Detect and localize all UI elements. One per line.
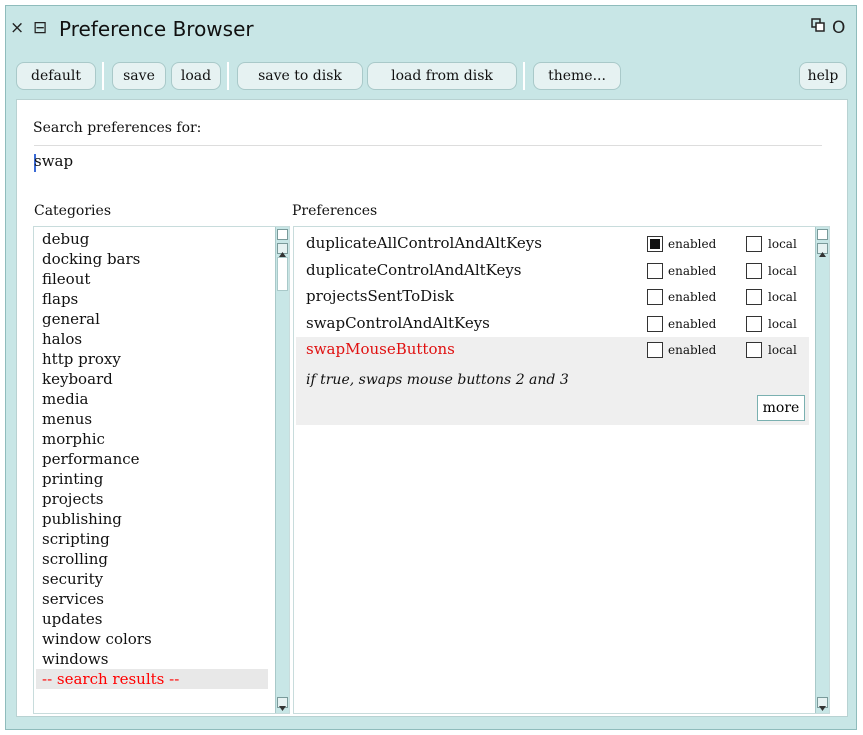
local-label: local	[768, 316, 797, 331]
toolbar-separator	[102, 62, 104, 90]
window-menu-icon[interactable]: ⊟	[33, 18, 47, 38]
preference-name[interactable]: projectsSentToDisk	[306, 287, 454, 305]
category-item[interactable]: publishing	[42, 509, 122, 529]
title-bar[interactable]: × ⊟ Preference Browser O	[6, 6, 856, 54]
category-item[interactable]: debug	[42, 229, 89, 249]
toolbar-separator	[523, 62, 525, 90]
expand-icon[interactable]: O	[832, 18, 845, 38]
load-button[interactable]: load	[171, 62, 221, 90]
content-pane: Search preferences for: swap Categories …	[16, 99, 848, 717]
scroll-down-icon[interactable]	[277, 697, 288, 711]
search-value: swap	[34, 152, 74, 170]
scroll-menu-icon[interactable]	[817, 229, 828, 240]
local-checkbox[interactable]	[746, 289, 762, 305]
preference-row[interactable]: swapMouseButtons enabled local	[296, 337, 809, 363]
search-label: Search preferences for:	[33, 120, 202, 136]
category-item[interactable]: updates	[42, 609, 102, 629]
local-checkbox[interactable]	[746, 236, 762, 252]
local-label: local	[768, 290, 797, 304]
preferences-list[interactable]: if true, swaps mouse buttons 2 and 3 mor…	[293, 226, 830, 714]
categories-list[interactable]: debug docking bars fileout flaps general halo…	[33, 226, 290, 714]
scroll-thumb[interactable]	[277, 257, 288, 291]
preference-help-text: if true, swaps mouse buttons 2 and 3	[306, 372, 569, 388]
help-button[interactable]: help	[799, 62, 847, 90]
category-item[interactable]: scripting	[42, 529, 110, 549]
scroll-up-icon[interactable]	[277, 243, 288, 257]
category-item[interactable]: menus	[42, 409, 92, 429]
enabled-label: enabled	[668, 237, 717, 251]
enabled-label: enabled	[668, 290, 717, 304]
preference-name[interactable]: swapMouseButtons	[306, 340, 455, 358]
category-item[interactable]: security	[42, 569, 103, 589]
category-item[interactable]: printing	[42, 469, 103, 489]
category-item[interactable]: services	[42, 589, 104, 609]
local-checkbox[interactable]	[746, 342, 762, 358]
category-item[interactable]: general	[42, 309, 100, 329]
category-item[interactable]: projects	[42, 489, 103, 509]
more-button[interactable]: more	[757, 395, 805, 421]
close-icon[interactable]: ×	[10, 18, 24, 38]
enabled-label: enabled	[668, 343, 717, 357]
category-item[interactable]: windows	[42, 649, 108, 669]
window-title: Preference Browser	[59, 17, 254, 41]
save-to-disk-button[interactable]: save to disk	[237, 62, 363, 90]
local-label: local	[768, 237, 797, 251]
preference-row[interactable]: projectsSentToDisk enabled local	[296, 284, 809, 310]
preference-row[interactable]: swapControlAndAltKeys enabled local	[296, 311, 809, 337]
preference-name[interactable]: duplicateControlAndAltKeys	[306, 261, 522, 279]
category-item[interactable]: fileout	[42, 269, 90, 289]
save-button[interactable]: save	[112, 62, 166, 90]
category-item[interactable]: flaps	[42, 289, 78, 309]
preferences-scrollbar[interactable]	[815, 227, 829, 713]
category-item[interactable]: -- search results --	[42, 669, 179, 689]
category-item[interactable]: morphic	[42, 429, 105, 449]
local-checkbox[interactable]	[746, 315, 762, 332]
theme-button[interactable]: theme...	[533, 62, 621, 90]
category-item[interactable]: media	[42, 389, 88, 409]
category-item[interactable]: scrolling	[42, 549, 108, 569]
local-label: local	[768, 263, 797, 278]
preferences-header: Preferences	[292, 203, 378, 219]
category-item[interactable]: window colors	[42, 629, 152, 649]
load-from-disk-button[interactable]: load from disk	[367, 62, 517, 90]
preference-row[interactable]: duplicateControlAndAltKeys enabled local	[296, 258, 809, 284]
category-item[interactable]: docking bars	[42, 249, 140, 269]
category-item[interactable]: halos	[42, 329, 82, 349]
collapse-icon[interactable]	[811, 18, 825, 38]
category-item[interactable]: performance	[42, 449, 140, 469]
scroll-menu-icon[interactable]	[277, 229, 288, 240]
preference-name[interactable]: swapControlAndAltKeys	[306, 314, 490, 332]
scroll-track[interactable]	[817, 257, 828, 693]
category-item[interactable]: keyboard	[42, 369, 113, 389]
preference-name[interactable]: duplicateAllControlAndAltKeys	[306, 234, 542, 252]
enabled-checkbox[interactable]	[647, 342, 663, 358]
categories-header: Categories	[34, 203, 111, 219]
enabled-checkbox[interactable]	[647, 236, 663, 252]
default-button[interactable]: default	[16, 62, 96, 90]
category-item[interactable]: http proxy	[42, 349, 121, 369]
preference-browser-window: × ⊟ Preference Browser O default save lo…	[5, 5, 857, 730]
categories-scrollbar[interactable]	[275, 227, 289, 713]
enabled-checkbox[interactable]	[647, 289, 663, 305]
local-label: local	[768, 343, 797, 357]
enabled-checkbox[interactable]	[647, 262, 663, 279]
toolbar: default save load save to disk load from…	[11, 56, 851, 96]
enabled-label: enabled	[668, 316, 717, 331]
toolbar-separator	[227, 62, 229, 90]
enabled-label: enabled	[668, 263, 717, 278]
enabled-checkbox[interactable]	[647, 315, 663, 332]
search-input[interactable]: swap	[34, 145, 822, 184]
scroll-up-icon[interactable]	[817, 243, 828, 257]
preference-row[interactable]: duplicateAllControlAndAltKeys enabled loca…	[296, 231, 809, 257]
local-checkbox[interactable]	[746, 262, 762, 279]
scroll-down-icon[interactable]	[817, 697, 828, 711]
